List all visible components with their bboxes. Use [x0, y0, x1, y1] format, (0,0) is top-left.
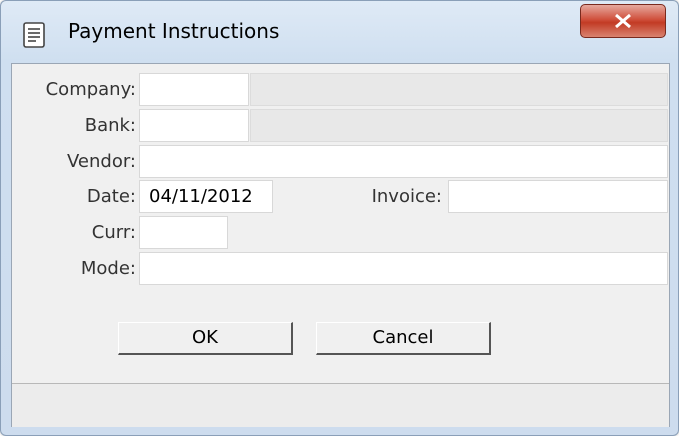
- cancel-button[interactable]: Cancel: [316, 322, 491, 355]
- mode-field[interactable]: [139, 252, 668, 285]
- bank-code-field[interactable]: [139, 109, 249, 142]
- dialog-window: Payment Instructions Company: Bank: Vend…: [0, 0, 679, 436]
- company-name-field: [250, 73, 668, 106]
- document-list-icon: [21, 22, 47, 48]
- company-label: Company:: [45, 79, 136, 100]
- company-code-field[interactable]: [139, 73, 249, 106]
- bank-name-field: [250, 109, 668, 142]
- status-bar: [12, 383, 669, 427]
- invoice-field[interactable]: [448, 180, 668, 213]
- mode-label: Mode:: [80, 258, 136, 279]
- close-icon: [615, 13, 631, 29]
- date-field[interactable]: 04/11/2012: [139, 180, 273, 213]
- bank-label: Bank:: [84, 115, 136, 136]
- date-label: Date:: [86, 186, 136, 207]
- vendor-field[interactable]: [139, 145, 668, 178]
- vendor-label: Vendor:: [67, 151, 136, 172]
- window-title: Payment Instructions: [68, 19, 280, 43]
- title-bar[interactable]: Payment Instructions: [1, 1, 678, 63]
- curr-label: Curr:: [91, 222, 136, 243]
- ok-button[interactable]: OK: [118, 322, 293, 355]
- invoice-label: Invoice:: [371, 186, 442, 207]
- currency-field[interactable]: [139, 216, 228, 249]
- dialog-body: Company: Bank: Vendor: Date: 04/11/2012 …: [11, 63, 670, 427]
- close-button[interactable]: [580, 4, 666, 38]
